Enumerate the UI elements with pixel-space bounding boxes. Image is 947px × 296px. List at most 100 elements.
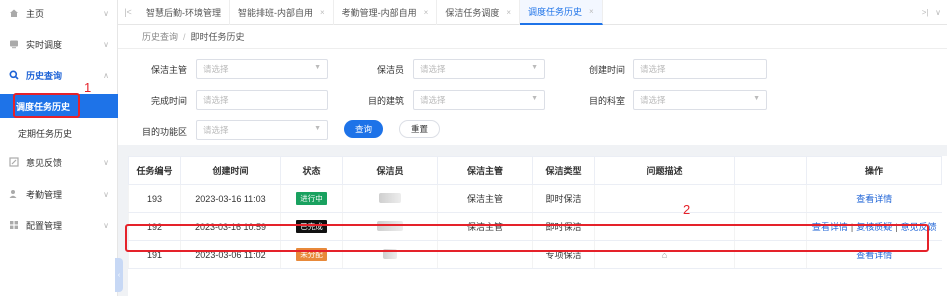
completed-time-label: 完成时间	[150, 96, 187, 106]
tab-attendance[interactable]: 考勤管理-内部自用 ×	[334, 0, 438, 25]
tab-dispatch-history[interactable]: 调度任务历史 ×	[520, 0, 603, 25]
chevron-down-icon: ▼	[753, 95, 760, 102]
table-header-row: 任务编号 创建时间 状态 保洁员 保洁主管 保洁类型 问题描述 操作	[128, 156, 942, 185]
table-row: 193 2023-03-16 11:03 进行中 保洁主管 即时保洁 查看详情	[128, 184, 942, 213]
function-area-select[interactable]: 请选择 ▼	[196, 120, 328, 140]
view-details-link[interactable]: 查看详情	[856, 194, 892, 204]
annotation-number: 2	[683, 202, 691, 217]
sidebar-item-history[interactable]: 历史查询 ∧	[0, 62, 118, 88]
annotation-box-sidebar	[13, 93, 80, 118]
description-cell	[594, 184, 735, 213]
sidebar-item-label: 意见反馈	[26, 157, 63, 168]
breadcrumb-root[interactable]: 历史查询	[142, 30, 178, 43]
empty-cell	[734, 184, 807, 213]
grid-icon	[9, 220, 19, 230]
close-icon[interactable]: ×	[424, 8, 429, 17]
sidebar-collapse-handle[interactable]: ‹	[115, 258, 123, 292]
sidebar: 主页 ∨ 实时调度 ∨ 历史查询 ∧ 调度任务历史 定期任务历史 意见反馈 ∨ …	[0, 0, 118, 296]
column-header: 保洁员	[342, 156, 438, 185]
column-header: 创建时间	[180, 156, 281, 185]
tab-smart-scheduling[interactable]: 智能排班-内部自用 ×	[230, 0, 334, 25]
close-icon[interactable]: ×	[589, 7, 594, 16]
filter-form: 保洁主管 请选择 ▼ 保洁员 请选择 ▼ 创建时间 请选择 完成时间 请选择 目的建…	[118, 49, 947, 145]
sidebar-item-config[interactable]: 配置管理 ∨	[0, 212, 118, 238]
select-placeholder: 请选择	[420, 95, 446, 105]
tab-scroll-left-icon[interactable]: |<	[118, 7, 138, 17]
search-icon	[9, 70, 19, 80]
sidebar-item-label: 历史查询	[26, 70, 63, 81]
column-header: 操作	[806, 156, 942, 185]
close-icon[interactable]: ×	[506, 8, 511, 17]
sidebar-item-realtime[interactable]: 实时调度 ∨	[0, 31, 118, 57]
reset-button-label: 重置	[411, 124, 429, 134]
supervisor-select[interactable]: 请选择 ▼	[196, 59, 328, 79]
sidebar-item-home[interactable]: 主页 ∨	[0, 0, 118, 26]
tab-scroll-right-icon[interactable]: >| ∨	[922, 0, 941, 25]
home-icon	[9, 8, 19, 18]
tab-bar: |< 智慧后勤-环境管理 智能排班-内部自用 × 考勤管理-内部自用 × 保洁任务调…	[118, 0, 947, 25]
column-header: 保洁类型	[532, 156, 595, 185]
status-cell: 进行中	[280, 184, 343, 213]
created-time-label: 创建时间	[588, 65, 625, 75]
tab-label: 调度任务历史	[528, 6, 583, 17]
select-placeholder: 请选择	[640, 95, 666, 105]
search-button-label: 查询	[355, 124, 373, 134]
created-time-cell: 2023-03-16 11:03	[180, 184, 281, 213]
chevron-down-icon: ∨	[103, 8, 109, 18]
sidebar-item-feedback[interactable]: 意见反馈 ∨	[0, 149, 118, 175]
select-placeholder: 请选择	[420, 64, 446, 74]
chevron-down-icon: ▼	[531, 64, 538, 71]
cleaner-cell	[342, 184, 438, 213]
column-header: 问题描述	[594, 156, 735, 185]
sidebar-item-label: 考勤管理	[26, 189, 63, 200]
monitor-icon	[9, 39, 19, 49]
cleaner-select[interactable]: 请选择 ▼	[413, 59, 545, 79]
checkin-icon	[9, 189, 19, 199]
completed-time-picker[interactable]: 请选择	[196, 90, 328, 110]
edit-icon	[9, 157, 19, 167]
building-select[interactable]: 请选择 ▼	[413, 90, 545, 110]
building-label: 目的建筑	[367, 96, 404, 106]
department-label: 目的科室	[588, 96, 625, 106]
department-select[interactable]: 请选择 ▼	[633, 90, 767, 110]
task-id-cell: 193	[128, 184, 181, 213]
breadcrumb: 历史查询 / 即时任务历史	[118, 25, 947, 49]
sidebar-item-label: 主页	[26, 8, 45, 19]
chevron-down-icon: ∨	[103, 220, 109, 230]
select-placeholder: 请选择	[203, 125, 229, 135]
column-header: 状态	[280, 156, 343, 185]
reset-button[interactable]: 重置	[399, 120, 441, 138]
column-header: 保洁主管	[437, 156, 533, 185]
annotation-box-row	[125, 224, 929, 252]
sidebar-subitem-label: 定期任务历史	[18, 128, 73, 139]
chevron-up-icon: ∧	[103, 70, 109, 80]
breadcrumb-separator: /	[183, 31, 186, 42]
chevron-down-icon: ∨	[103, 39, 109, 49]
select-placeholder: 请选择	[203, 95, 229, 105]
breadcrumb-current: 即时任务历史	[190, 32, 245, 42]
tab-label: 智能排班-内部自用	[238, 7, 313, 18]
type-cell: 即时保洁	[532, 184, 595, 213]
supervisor-label: 保洁主管	[150, 65, 187, 75]
tab-cleaning-dispatch[interactable]: 保洁任务调度 ×	[437, 0, 521, 25]
annotation-number: 1	[84, 80, 92, 95]
sidebar-subitem-periodic-history[interactable]: 定期任务历史	[0, 121, 118, 145]
redacted-name	[379, 192, 401, 203]
tab-label: 保洁任务调度	[445, 7, 500, 18]
sidebar-item-attendance[interactable]: 考勤管理 ∨	[0, 181, 118, 207]
cleaner-label: 保洁员	[376, 65, 404, 75]
chevron-down-icon: ▼	[314, 125, 321, 132]
status-badge: 进行中	[296, 192, 327, 205]
tab-env-management[interactable]: 智慧后勤-环境管理	[138, 0, 230, 25]
close-icon[interactable]: ×	[320, 8, 325, 17]
select-placeholder: 请选择	[203, 64, 229, 74]
chevron-down-icon: ∨	[103, 157, 109, 167]
tab-label: 智慧后勤-环境管理	[146, 7, 221, 18]
supervisor-cell: 保洁主管	[437, 184, 533, 213]
chevron-down-icon: ▼	[531, 95, 538, 102]
search-button[interactable]: 查询	[344, 120, 384, 138]
column-header: 任务编号	[128, 156, 181, 185]
sidebar-item-label: 实时调度	[26, 39, 63, 50]
created-time-picker[interactable]: 请选择	[633, 59, 767, 79]
tab-label: 考勤管理-内部自用	[341, 7, 417, 18]
